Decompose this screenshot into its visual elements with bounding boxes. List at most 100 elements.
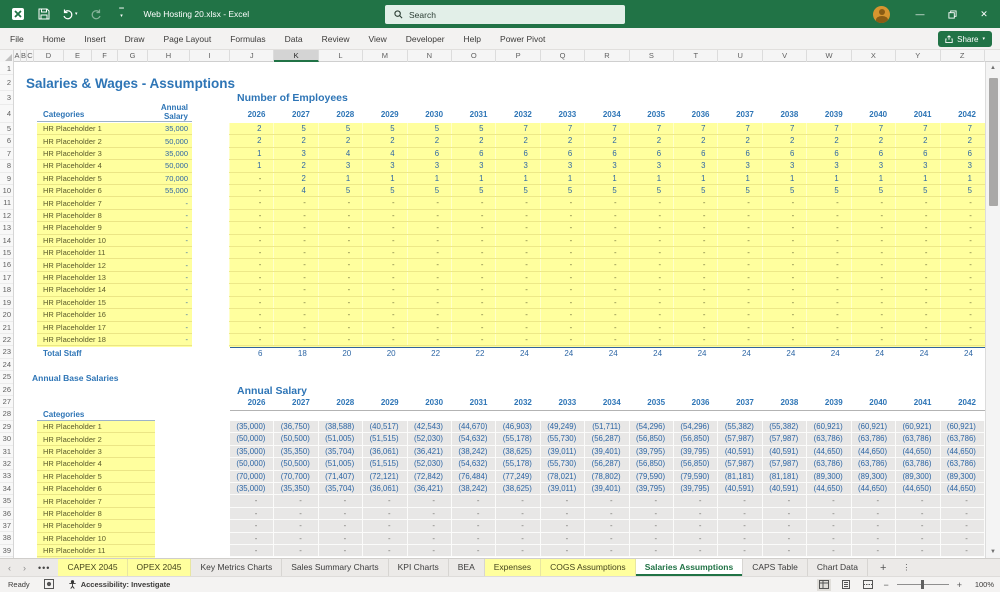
employees-cell[interactable]: - [539, 321, 584, 333]
row-header-21[interactable]: 21 [0, 322, 13, 334]
employees-cell[interactable]: 3 [406, 160, 451, 172]
annual-salary-cell[interactable]: (70,700) [274, 470, 319, 484]
annual-salary-cell[interactable]: (35,704) [318, 445, 364, 459]
annual-salary-cell[interactable]: (50,500) [274, 433, 319, 446]
annual-salary-cell[interactable]: - [452, 520, 497, 533]
row-header-31[interactable]: 31 [0, 446, 13, 458]
ribbon-tab-review[interactable]: Review [322, 34, 350, 44]
employees-cell[interactable]: - [406, 321, 451, 333]
annual-salary-cell[interactable]: - [851, 520, 897, 533]
staff-row[interactable]: HR Placeholder 9 - [37, 222, 192, 235]
annual-salary-cell[interactable]: (35,000) [230, 483, 275, 496]
base-category-row[interactable]: HR Placeholder 8 [37, 508, 155, 521]
column-header-X[interactable]: X [852, 50, 897, 62]
annual-salary-cell[interactable]: (63,786) [896, 433, 941, 446]
employees-cell[interactable]: - [806, 259, 850, 271]
employees-cell[interactable]: - [273, 247, 317, 259]
employees-cell[interactable]: - [451, 284, 495, 296]
column-header-W[interactable]: W [807, 50, 852, 62]
employees-cell[interactable]: - [806, 271, 850, 284]
annual-salary-cell[interactable]: - [807, 520, 852, 533]
restore-button[interactable] [936, 0, 968, 28]
employees-cell[interactable]: 3 [895, 160, 939, 172]
employees-cell[interactable]: 3 [317, 160, 362, 172]
annual-salary-cell[interactable]: - [940, 545, 985, 558]
employees-cell[interactable]: - [584, 333, 628, 346]
staff-salary-value[interactable]: 50,000 [140, 137, 192, 146]
employees-cell[interactable]: - [895, 209, 939, 222]
zoom-slider-thumb[interactable] [920, 580, 924, 589]
row-header-33[interactable]: 33 [0, 470, 13, 483]
annual-salary-cell[interactable]: - [363, 532, 408, 546]
annual-salary-cell[interactable]: - [851, 495, 897, 508]
row-header-3[interactable]: 3 [0, 91, 13, 105]
employees-cell[interactable]: - [273, 271, 317, 284]
annual-salary-cell[interactable]: (36,061) [363, 483, 408, 496]
employees-cell[interactable]: - [939, 234, 984, 247]
annual-salary-cell[interactable]: - [318, 507, 364, 521]
employees-cell[interactable]: - [628, 234, 673, 247]
annual-salary-cell[interactable]: (44,650) [940, 445, 985, 459]
ribbon-tab-file[interactable]: File [10, 34, 24, 44]
employees-cell[interactable]: - [406, 197, 451, 209]
employees-cell[interactable]: 5 [539, 185, 584, 197]
employees-cell[interactable]: 2 [850, 135, 895, 147]
row-header-24[interactable]: 24 [0, 359, 13, 372]
annual-salary-cell[interactable]: - [496, 520, 541, 533]
row-header-15[interactable]: 15 [0, 247, 13, 260]
employees-cell[interactable]: 2 [628, 135, 673, 147]
employees-cell[interactable]: - [628, 296, 673, 309]
employees-cell[interactable]: - [761, 247, 806, 259]
scroll-up-icon[interactable]: ▲ [986, 65, 1000, 71]
ribbon-tab-developer[interactable]: Developer [406, 34, 445, 44]
employees-cell[interactable]: 3 [761, 160, 806, 172]
column-header-E[interactable]: E [64, 50, 92, 62]
annual-salary-cell[interactable]: - [851, 507, 897, 521]
annual-salary-cell[interactable]: - [629, 532, 675, 546]
employees-cell[interactable]: - [229, 309, 273, 321]
annual-salary-cell[interactable]: (63,786) [807, 433, 852, 446]
ribbon-tab-insert[interactable]: Insert [84, 34, 105, 44]
annual-salary-cell[interactable]: (55,730) [540, 458, 586, 471]
employees-cell[interactable]: - [939, 284, 984, 296]
employees-cell[interactable]: - [939, 197, 984, 209]
annual-salary-cell[interactable]: - [718, 507, 763, 521]
employees-cell[interactable]: 6 [717, 147, 761, 160]
employees-cell[interactable]: - [495, 234, 539, 247]
employees-cell[interactable]: - [584, 284, 628, 296]
annual-salary-cell[interactable]: (35,000) [230, 421, 275, 434]
employees-cell[interactable]: 3 [673, 160, 717, 172]
employees-cell[interactable]: - [761, 259, 806, 271]
row-header-14[interactable]: 14 [0, 235, 13, 248]
customize-qat-icon[interactable]: ▔ ▾ [114, 6, 130, 22]
staff-salary-value[interactable]: 35,000 [140, 124, 192, 133]
annual-salary-cell[interactable]: (60,921) [896, 421, 941, 434]
employees-cell[interactable]: 3 [717, 160, 761, 172]
annual-salary-cell[interactable]: - [718, 545, 763, 558]
row-header-20[interactable]: 20 [0, 309, 13, 322]
employees-cell[interactable]: - [806, 296, 850, 309]
employees-cell[interactable]: 7 [895, 123, 939, 135]
employees-cell[interactable]: 5 [317, 123, 362, 135]
sheet-tab-sales-summary-charts[interactable]: Sales Summary Charts [282, 559, 389, 576]
employees-cell[interactable]: - [362, 309, 406, 321]
annual-salary-cell[interactable]: - [318, 520, 364, 533]
annual-salary-cell[interactable]: (60,921) [940, 421, 985, 434]
employees-cell[interactable]: - [362, 209, 406, 222]
employees-cell[interactable]: 7 [584, 123, 628, 135]
annual-salary-cell[interactable]: - [718, 532, 763, 546]
page-layout-view-icon[interactable] [839, 579, 853, 591]
annual-salary-cell[interactable]: (54,296) [674, 421, 719, 434]
staff-salary-value[interactable]: - [140, 285, 192, 294]
annual-salary-cell[interactable]: (50,000) [230, 458, 275, 471]
annual-salary-cell[interactable]: (54,632) [452, 433, 497, 446]
employees-cell[interactable]: 1 [451, 172, 495, 185]
employees-cell[interactable]: - [584, 259, 628, 271]
annual-salary-cell[interactable]: - [540, 507, 586, 521]
employees-cell[interactable]: - [939, 309, 984, 321]
staff-salary-value[interactable]: - [140, 335, 192, 344]
annual-salary-cell[interactable]: (39,795) [674, 483, 719, 496]
employees-cell[interactable]: - [673, 321, 717, 333]
staff-salary-value[interactable]: - [140, 236, 192, 245]
staff-row[interactable]: HR Placeholder 13 - [37, 272, 192, 285]
